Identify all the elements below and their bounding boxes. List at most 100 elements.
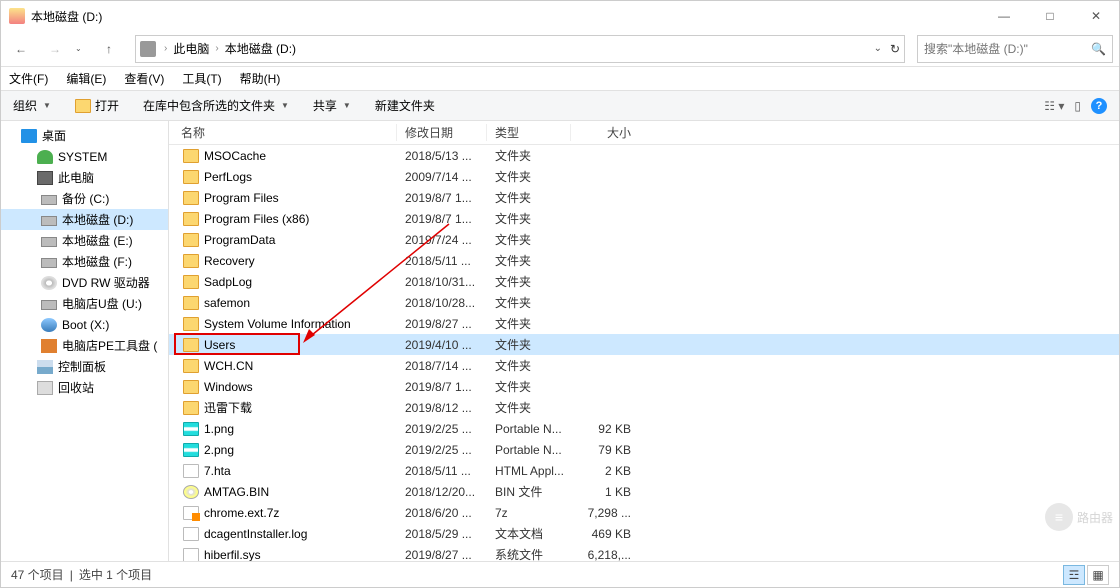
list-item[interactable]: Program Files (x86)2019/8/7 1...文件夹 xyxy=(169,208,1119,229)
list-item[interactable]: Users2019/4/10 ...文件夹 xyxy=(169,334,1119,355)
list-item[interactable]: 7.hta2018/5/11 ...HTML Appl...2 KB xyxy=(169,460,1119,481)
tree-item[interactable]: 本地磁盘 (D:) xyxy=(1,209,168,230)
file-list[interactable]: MSOCache2018/5/13 ...文件夹PerfLogs2009/7/1… xyxy=(169,145,1119,561)
list-item[interactable]: safemon2018/10/28...文件夹 xyxy=(169,292,1119,313)
list-item[interactable]: ProgramData2019/7/24 ...文件夹 xyxy=(169,229,1119,250)
tree-item[interactable]: SYSTEM xyxy=(1,146,168,167)
pc-icon xyxy=(37,171,53,185)
folder-icon xyxy=(183,359,199,373)
tree-item[interactable]: Boot (X:) xyxy=(1,314,168,335)
list-item[interactable]: MSOCache2018/5/13 ...文件夹 xyxy=(169,145,1119,166)
new-folder-button[interactable]: 新建文件夹 xyxy=(369,97,441,114)
help-icon[interactable]: ? xyxy=(1091,98,1107,114)
maximize-button[interactable]: □ xyxy=(1027,1,1073,31)
file-date: 2019/2/25 ... xyxy=(397,443,487,457)
drive-icon xyxy=(41,300,57,310)
open-button[interactable]: 打开 xyxy=(69,97,125,114)
command-bar: 组织▼ 打开 在库中包含所选的文件夹▼ 共享▼ 新建文件夹 ☷ ▾ ▯ ? xyxy=(1,91,1119,121)
forward-button[interactable]: → xyxy=(41,35,69,63)
file-name: chrome.ext.7z xyxy=(204,506,279,520)
folder-icon xyxy=(183,380,199,394)
navigation-tree[interactable]: 桌面SYSTEM此电脑备份 (C:) 本地磁盘 (D:)本地磁盘 (E:)本地磁盘… xyxy=(1,121,169,561)
file-date: 2019/8/7 1... xyxy=(397,191,487,205)
share-button[interactable]: 共享▼ xyxy=(307,97,357,114)
list-item[interactable]: dcagentInstaller.log2018/5/29 ...文本文档469… xyxy=(169,523,1119,544)
menu-help[interactable]: 帮助(H) xyxy=(240,70,281,87)
chevron-right-icon[interactable]: › xyxy=(213,43,220,54)
menu-view[interactable]: 查看(V) xyxy=(124,70,164,87)
dvd-icon xyxy=(41,276,57,290)
title-bar: 本地磁盘 (D:) — □ ✕ xyxy=(1,1,1119,31)
search-input[interactable]: 🔍 xyxy=(917,35,1113,63)
breadcrumb[interactable]: › 此电脑 › 本地磁盘 (D:) ⌄ ↻ xyxy=(135,35,905,63)
file-type: 文本文档 xyxy=(487,525,571,542)
watermark-logo: ≡ 路由器 xyxy=(1045,503,1113,531)
organize-button[interactable]: 组织▼ xyxy=(7,97,57,114)
list-item[interactable]: Recovery2018/5/11 ...文件夹 xyxy=(169,250,1119,271)
search-icon[interactable]: 🔍 xyxy=(1091,42,1106,56)
details-view-button[interactable]: ☲ xyxy=(1063,565,1085,585)
tree-item[interactable]: 本地磁盘 (F:) xyxy=(1,251,168,272)
file-date: 2018/5/11 ... xyxy=(397,254,487,268)
tree-item[interactable]: 回收站 xyxy=(1,377,168,398)
tree-item[interactable]: 备份 (C:) xyxy=(1,188,168,209)
minimize-button[interactable]: — xyxy=(981,1,1027,31)
include-in-library-button[interactable]: 在库中包含所选的文件夹▼ xyxy=(137,97,295,114)
list-item[interactable]: Program Files2019/8/7 1...文件夹 xyxy=(169,187,1119,208)
list-item[interactable]: chrome.ext.7z2018/6/20 ...7z7,298 ... xyxy=(169,502,1119,523)
search-field[interactable] xyxy=(924,42,1091,56)
list-item[interactable]: 迅雷下载2019/8/12 ...文件夹 xyxy=(169,397,1119,418)
column-headers[interactable]: 名称 修改日期 类型 大小 xyxy=(169,121,1119,145)
list-item[interactable]: hiberfil.sys2019/8/27 ...系统文件6,218,... xyxy=(169,544,1119,561)
list-item[interactable]: SadpLog2018/10/31...文件夹 xyxy=(169,271,1119,292)
header-date[interactable]: 修改日期 xyxy=(397,124,487,141)
close-button[interactable]: ✕ xyxy=(1073,1,1119,31)
list-item[interactable]: Windows2019/8/7 1...文件夹 xyxy=(169,376,1119,397)
folder-icon xyxy=(183,191,199,205)
chevron-right-icon[interactable]: › xyxy=(162,43,169,54)
tree-item[interactable]: 此电脑 xyxy=(1,167,168,188)
window-title: 本地磁盘 (D:) xyxy=(31,8,981,25)
breadcrumb-drive[interactable]: 本地磁盘 (D:) xyxy=(225,40,296,57)
list-item[interactable]: WCH.CN2018/7/14 ...文件夹 xyxy=(169,355,1119,376)
up-button[interactable]: ↑ xyxy=(95,35,123,63)
file-size: 79 KB xyxy=(571,443,639,457)
tree-item[interactable]: 本地磁盘 (E:) xyxy=(1,230,168,251)
tree-item[interactable]: 控制面板 xyxy=(1,356,168,377)
view-options-icon[interactable]: ☷ ▾ xyxy=(1044,99,1064,113)
file-type: Portable N... xyxy=(487,443,571,457)
breadcrumb-this-pc[interactable]: 此电脑 xyxy=(173,40,209,57)
list-item[interactable]: PerfLogs2009/7/14 ...文件夹 xyxy=(169,166,1119,187)
list-item[interactable]: AMTAG.BIN2018/12/20...BIN 文件1 KB xyxy=(169,481,1119,502)
tree-item-label: 备份 (C:) xyxy=(62,190,109,207)
file-name: ProgramData xyxy=(204,233,275,247)
file-type: 7z xyxy=(487,506,571,520)
tree-item[interactable]: DVD RW 驱动器 xyxy=(1,272,168,293)
header-name[interactable]: 名称 xyxy=(169,124,397,141)
list-item[interactable]: 2.png2019/2/25 ...Portable N...79 KB xyxy=(169,439,1119,460)
file-date: 2018/10/28... xyxy=(397,296,487,310)
folder-icon xyxy=(183,338,199,352)
thumbnails-view-button[interactable]: ▦ xyxy=(1087,565,1109,585)
chevron-down-icon[interactable]: ⌄ xyxy=(874,43,882,54)
menu-edit[interactable]: 编辑(E) xyxy=(66,70,106,87)
file-name: System Volume Information xyxy=(204,317,351,331)
header-type[interactable]: 类型 xyxy=(487,124,571,141)
back-button[interactable]: ← xyxy=(7,35,35,63)
tree-item[interactable]: 电脑店PE工具盘 ( xyxy=(1,335,168,356)
list-item[interactable]: System Volume Information2019/8/27 ...文件… xyxy=(169,313,1119,334)
tree-item[interactable]: 电脑店U盘 (U:) xyxy=(1,293,168,314)
file-date: 2018/12/20... xyxy=(397,485,487,499)
folder-open-icon xyxy=(75,99,91,113)
list-item[interactable]: 1.png2019/2/25 ...Portable N...92 KB xyxy=(169,418,1119,439)
preview-pane-icon[interactable]: ▯ xyxy=(1074,99,1081,113)
recent-locations-dropdown[interactable]: ⌄ xyxy=(75,44,89,53)
file-type: Portable N... xyxy=(487,422,571,436)
file-name: 7.hta xyxy=(204,464,231,478)
header-size[interactable]: 大小 xyxy=(571,124,639,141)
menu-file[interactable]: 文件(F) xyxy=(9,70,48,87)
refresh-button[interactable]: ↻ xyxy=(890,42,900,56)
file-name: WCH.CN xyxy=(204,359,253,373)
menu-tools[interactable]: 工具(T) xyxy=(182,70,221,87)
tree-item[interactable]: 桌面 xyxy=(1,125,168,146)
